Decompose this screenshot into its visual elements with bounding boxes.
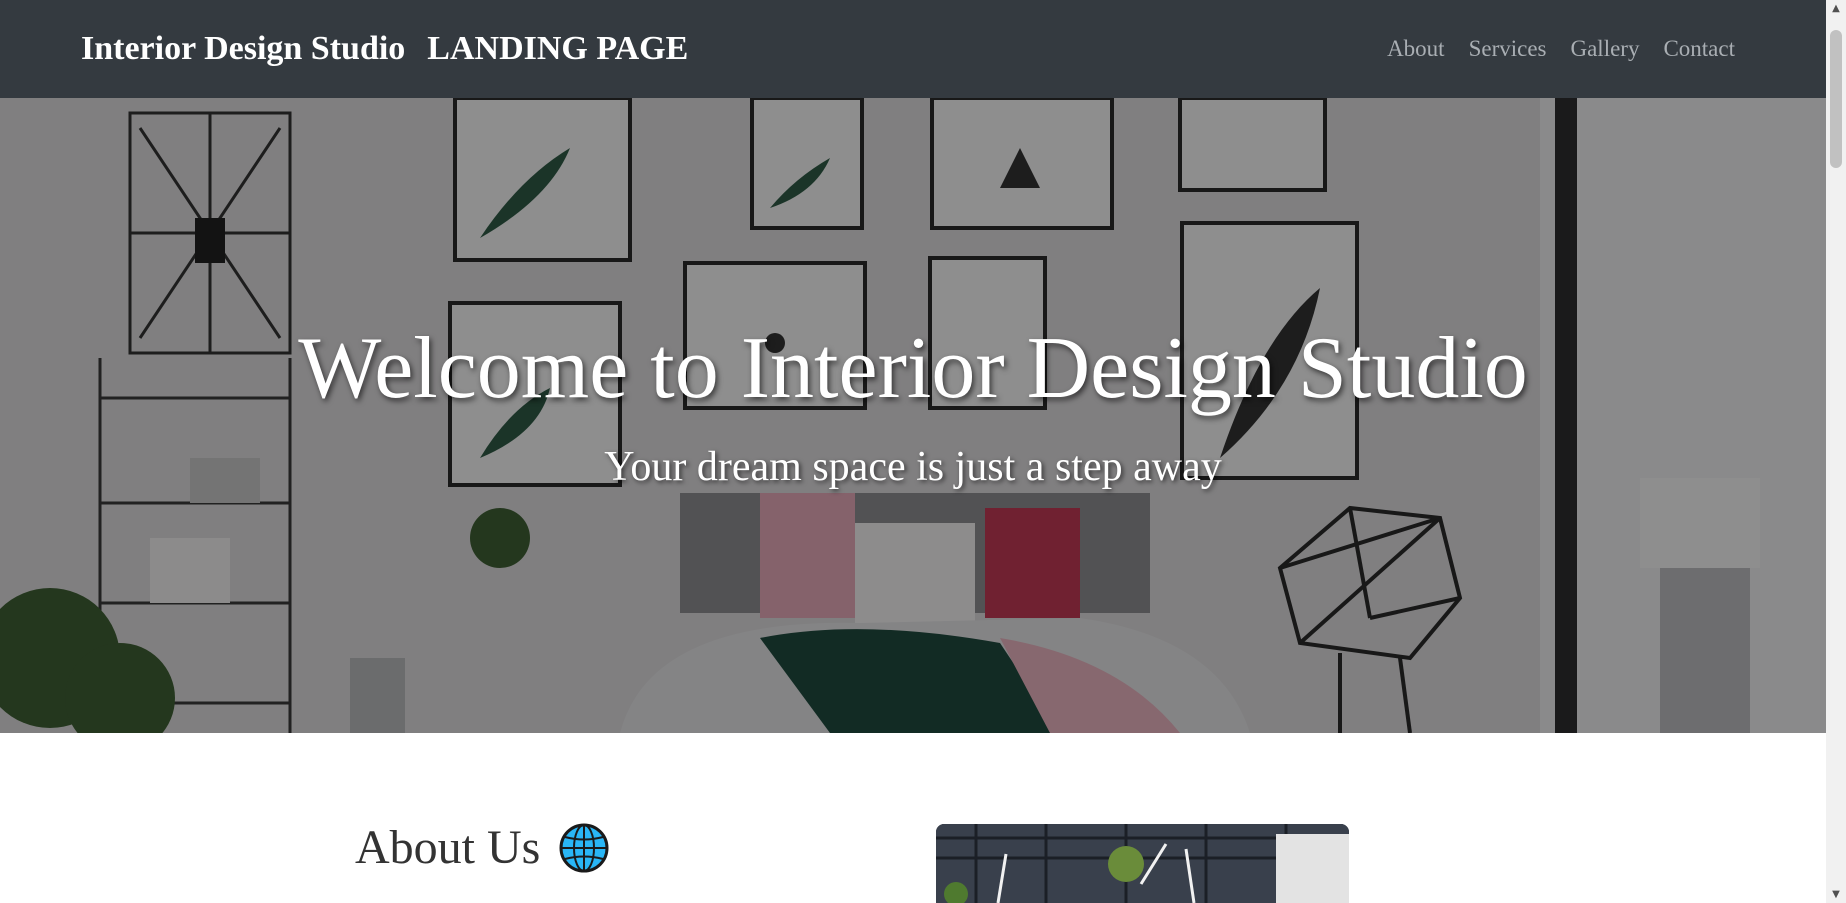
hero-subtitle: Your dream space is just a step away	[604, 444, 1222, 490]
vertical-scrollbar[interactable]: ▲ ▼	[1826, 0, 1846, 903]
nav-link-contact[interactable]: Contact	[1663, 36, 1735, 62]
about-image	[936, 824, 1349, 903]
scroll-up-arrow-icon[interactable]: ▲	[1826, 0, 1846, 17]
nav-link-about[interactable]: About	[1387, 36, 1445, 62]
top-navbar: Interior Design Studio LANDING PAGE About…	[0, 0, 1826, 98]
hero-title: Welcome to Interior Design Studio	[298, 320, 1528, 417]
brand-link[interactable]: Interior Design Studio LANDING PAGE	[81, 30, 688, 68]
nav-links: About Services Gallery Contact	[1387, 0, 1735, 98]
scroll-thumb[interactable]	[1830, 30, 1842, 168]
about-section-heading: About Us	[355, 820, 610, 875]
nav-link-services[interactable]: Services	[1469, 36, 1547, 62]
brand-subtitle: LANDING PAGE	[427, 30, 689, 67]
scroll-down-arrow-icon[interactable]: ▼	[1826, 886, 1846, 903]
about-heading-text: About Us	[355, 821, 541, 874]
nav-link-gallery[interactable]: Gallery	[1570, 36, 1639, 62]
brand-title: Interior Design Studio	[81, 30, 406, 67]
globe-icon	[559, 823, 609, 872]
hero-section: Welcome to Interior Design Studio Your d…	[0, 98, 1826, 733]
